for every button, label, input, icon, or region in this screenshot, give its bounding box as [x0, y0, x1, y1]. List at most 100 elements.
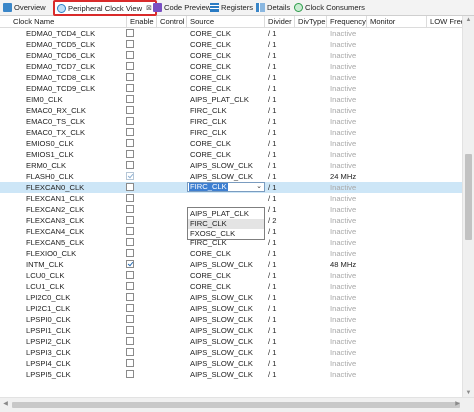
column-header-divtype[interactable]: DivType — [294, 16, 326, 27]
divider-cell[interactable]: / 1 — [268, 138, 296, 149]
enable-checkbox[interactable] — [126, 326, 134, 334]
table-row[interactable]: EMAC0_RX_CLK FIRC_CLK/ 1 Inactive — [0, 105, 462, 116]
source-cell[interactable]: CORE_CLK — [190, 61, 266, 72]
divider-cell[interactable]: / 1 — [268, 50, 296, 61]
enable-checkbox[interactable] — [126, 117, 134, 125]
horizontal-scrollbar[interactable]: ◀ ▶ — [0, 397, 474, 412]
divider-cell[interactable]: / 1 — [268, 61, 296, 72]
divider-cell[interactable]: / 1 — [268, 72, 296, 83]
source-cell[interactable]: CORE_CLK — [190, 248, 266, 259]
horizontal-scroll-thumb[interactable] — [12, 402, 460, 408]
enable-checkbox[interactable] — [126, 304, 134, 312]
source-cell[interactable]: CORE_CLK — [190, 138, 266, 149]
divider-cell[interactable]: / 1 — [268, 347, 296, 358]
divider-cell[interactable]: / 1 — [268, 193, 296, 204]
divider-cell[interactable]: / 1 — [268, 160, 296, 171]
enable-checkbox[interactable] — [126, 139, 134, 147]
divider-cell[interactable]: / 1 — [268, 204, 296, 215]
tab-clock-consumers[interactable]: Clock Consumers — [294, 1, 365, 14]
source-cell[interactable]: CORE_CLK — [190, 28, 266, 39]
divider-cell[interactable]: / 1 — [268, 358, 296, 369]
divider-cell[interactable]: / 1 — [268, 303, 296, 314]
enable-checkbox[interactable] — [126, 370, 134, 378]
table-row[interactable]: EIM0_CLK AIPS_PLAT_CLK/ 1 Inactive — [0, 94, 462, 105]
enable-checkbox[interactable] — [126, 84, 134, 92]
table-row[interactable]: LPSPI1_CLK AIPS_SLOW_CLK/ 1 Inactive — [0, 325, 462, 336]
enable-checkbox[interactable] — [126, 293, 134, 301]
divider-cell[interactable]: / 1 — [268, 259, 296, 270]
enable-checkbox[interactable] — [126, 315, 134, 323]
source-option[interactable]: FXOSC_CLK — [188, 229, 264, 239]
close-tab-icon[interactable]: ⊠ — [146, 4, 152, 12]
source-cell[interactable]: AIPS_SLOW_CLK — [190, 259, 266, 270]
divider-cell[interactable]: / 1 — [268, 116, 296, 127]
table-row[interactable]: ERM0_CLK AIPS_SLOW_CLK/ 1 Inactive — [0, 160, 462, 171]
table-row[interactable]: EDMA0_TCD5_CLK CORE_CLK/ 1 Inactive — [0, 39, 462, 50]
source-cell[interactable]: CORE_CLK — [190, 149, 266, 160]
divider-cell[interactable]: / 1 — [268, 369, 296, 380]
enable-checkbox[interactable] — [126, 40, 134, 48]
divider-cell[interactable]: / 1 — [268, 237, 296, 248]
source-cell[interactable]: AIPS_PLAT_CLK — [190, 94, 266, 105]
table-row[interactable]: LPSPI5_CLK AIPS_SLOW_CLK/ 1 Inactive — [0, 369, 462, 380]
table-row[interactable]: FLEXCAN0_CLK FIRC_CLK ⌄ / 1 Inactive — [0, 182, 462, 193]
source-cell[interactable]: AIPS_SLOW_CLK — [190, 160, 266, 171]
tab-code-preview[interactable]: Code Preview — [153, 1, 211, 14]
divider-cell[interactable]: / 1 — [268, 105, 296, 116]
enable-checkbox[interactable] — [126, 194, 134, 202]
enable-checkbox[interactable] — [126, 29, 134, 37]
tab-details[interactable]: Details — [256, 1, 290, 14]
divider-cell[interactable]: / 2 — [268, 215, 296, 226]
source-cell[interactable]: AIPS_SLOW_CLK — [190, 292, 266, 303]
tab-peripheral-clock-view[interactable]: Peripheral Clock View ⊠ — [53, 0, 158, 16]
table-row[interactable]: EDMA0_TCD7_CLK CORE_CLK/ 1 Inactive — [0, 61, 462, 72]
enable-checkbox[interactable] — [126, 73, 134, 81]
table-row[interactable]: LPSPI0_CLK AIPS_SLOW_CLK/ 1 Inactive — [0, 314, 462, 325]
source-cell[interactable] — [190, 193, 266, 204]
vertical-scrollbar[interactable]: ▲ ▼ — [462, 16, 474, 398]
source-cell[interactable]: CORE_CLK — [190, 39, 266, 50]
vertical-scroll-thumb[interactable] — [465, 154, 472, 240]
column-header-clock-name[interactable]: Clock Name — [10, 16, 126, 27]
column-header-frequency[interactable]: Frequency — [326, 16, 366, 27]
divider-cell[interactable]: / 1 — [268, 182, 296, 193]
chevron-down-icon[interactable]: ⌄ — [256, 181, 262, 192]
divider-cell[interactable]: / 1 — [268, 28, 296, 39]
source-cell[interactable]: AIPS_SLOW_CLK — [190, 369, 266, 380]
source-cell[interactable]: AIPS_SLOW_CLK — [190, 347, 266, 358]
scroll-left-icon[interactable]: ◀ — [2, 401, 9, 408]
source-cell[interactable]: FIRC_CLK — [190, 127, 266, 138]
enable-checkbox[interactable] — [126, 227, 134, 235]
enable-checkbox[interactable] — [126, 249, 134, 257]
table-row[interactable]: EDMA0_TCD6_CLK CORE_CLK/ 1 Inactive — [0, 50, 462, 61]
column-header-enable[interactable]: Enable — [126, 16, 156, 27]
scroll-up-icon[interactable]: ▲ — [465, 17, 472, 24]
source-cell[interactable]: AIPS_SLOW_CLK — [190, 358, 266, 369]
scroll-down-icon[interactable]: ▼ — [465, 390, 472, 397]
column-header-source[interactable]: Source — [186, 16, 264, 27]
source-cell[interactable]: AIPS_SLOW_CLK — [190, 171, 266, 182]
table-row[interactable]: LPSPI4_CLK AIPS_SLOW_CLK/ 1 Inactive — [0, 358, 462, 369]
enable-checkbox[interactable] — [126, 260, 134, 268]
source-combo[interactable]: FIRC_CLK ⌄ — [187, 182, 265, 192]
divider-cell[interactable]: / 1 — [268, 171, 296, 182]
source-cell[interactable]: CORE_CLK — [190, 50, 266, 61]
column-header-monitor[interactable]: Monitor — [366, 16, 426, 27]
enable-checkbox[interactable] — [126, 238, 134, 246]
table-row[interactable]: LPSPI3_CLK AIPS_SLOW_CLK/ 1 Inactive — [0, 347, 462, 358]
source-cell[interactable]: AIPS_SLOW_CLK — [190, 314, 266, 325]
enable-checkbox[interactable] — [126, 106, 134, 114]
table-row[interactable]: LPI2C1_CLK AIPS_SLOW_CLK/ 1 Inactive — [0, 303, 462, 314]
table-row[interactable]: EDMA0_TCD9_CLK CORE_CLK/ 1 Inactive — [0, 83, 462, 94]
divider-cell[interactable]: / 1 — [268, 281, 296, 292]
enable-checkbox[interactable] — [126, 172, 134, 180]
table-row[interactable]: FLEXCAN1_CLK / 1 Inactive — [0, 193, 462, 204]
divider-cell[interactable]: / 1 — [268, 248, 296, 259]
divider-cell[interactable]: / 1 — [268, 94, 296, 105]
divider-cell[interactable]: / 1 — [268, 226, 296, 237]
source-cell[interactable]: CORE_CLK — [190, 83, 266, 94]
enable-checkbox[interactable] — [126, 183, 134, 191]
column-header-divider[interactable]: Divider — [264, 16, 294, 27]
enable-checkbox[interactable] — [126, 161, 134, 169]
enable-checkbox[interactable] — [126, 128, 134, 136]
